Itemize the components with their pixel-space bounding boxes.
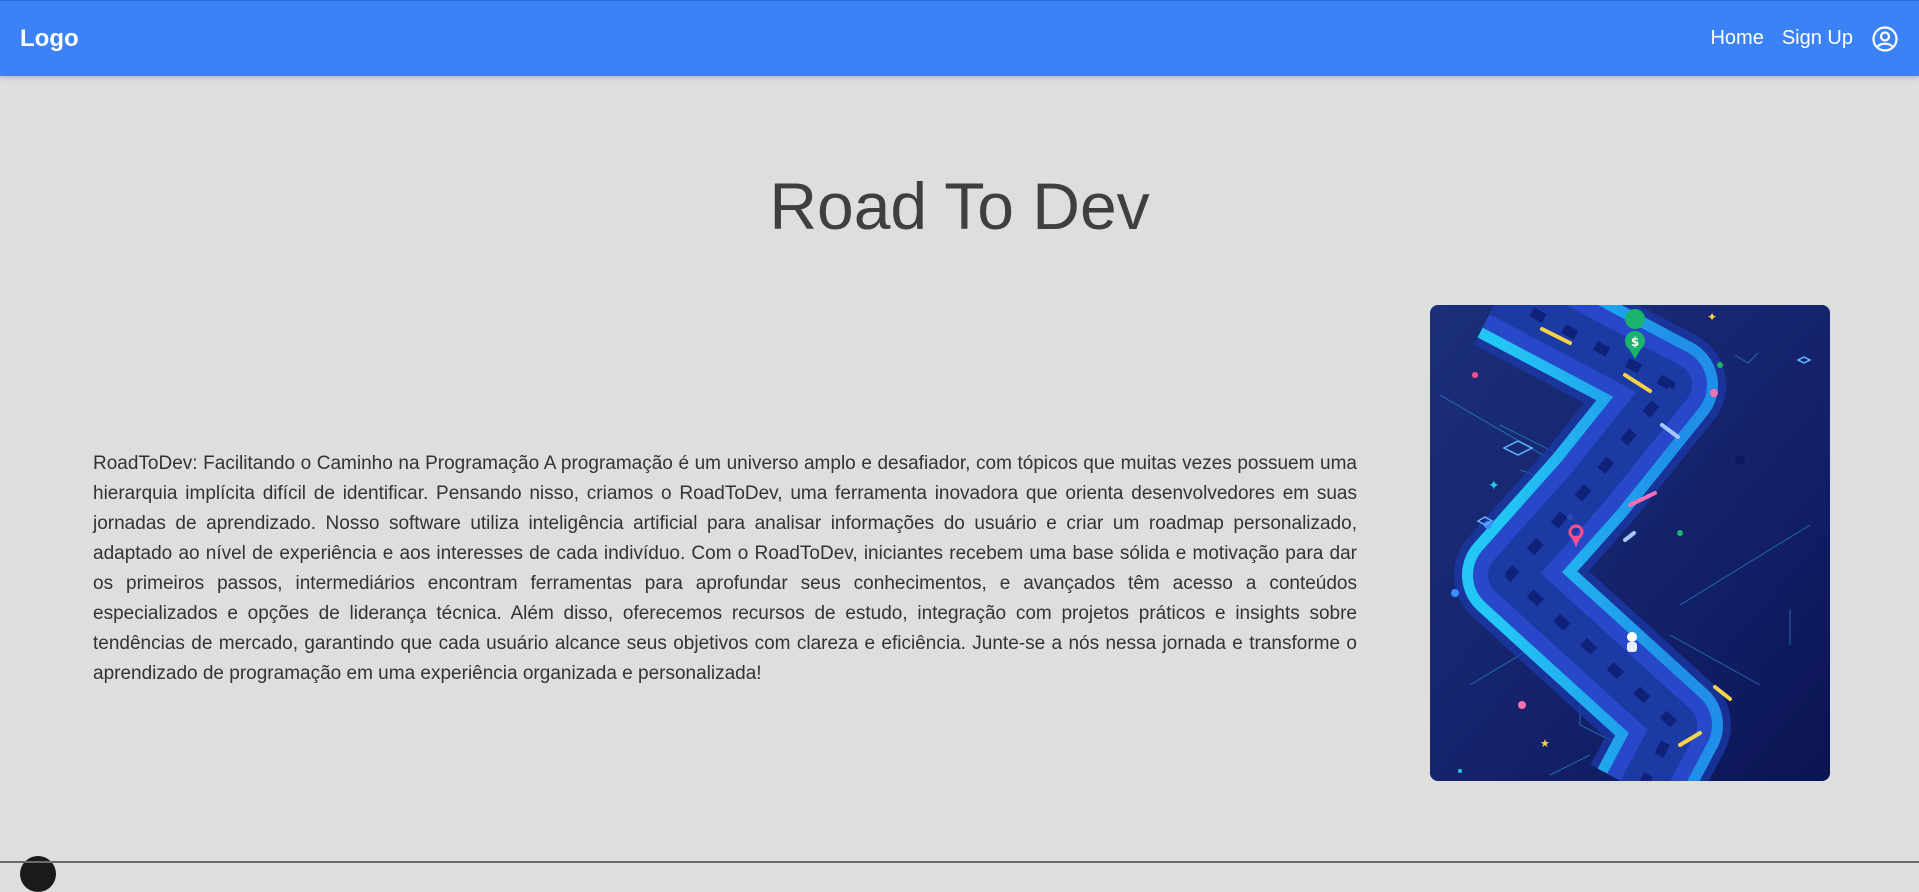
page-title: Road To Dev — [769, 169, 1150, 243]
description-text: RoadToDev: Facilitando o Caminho na Prog… — [93, 453, 1357, 684]
user-circle-icon[interactable] — [1871, 25, 1899, 53]
nav-link-home[interactable]: Home — [1710, 27, 1763, 50]
svg-text:★: ★ — [1540, 737, 1550, 750]
logo[interactable]: Logo — [20, 25, 79, 53]
nav-links: Home Sign Up — [1692, 25, 1899, 53]
top-navbar: Logo Home Sign Up — [0, 0, 1919, 76]
svg-text:$: $ — [1631, 335, 1639, 349]
nav-link-sign-up[interactable]: Sign Up — [1782, 27, 1853, 50]
roadmap-illustration: $ ✦ ✦ ★ — [1430, 305, 1830, 781]
svg-text:✦: ✦ — [1707, 310, 1717, 324]
svg-text:✦: ✦ — [1488, 478, 1500, 494]
